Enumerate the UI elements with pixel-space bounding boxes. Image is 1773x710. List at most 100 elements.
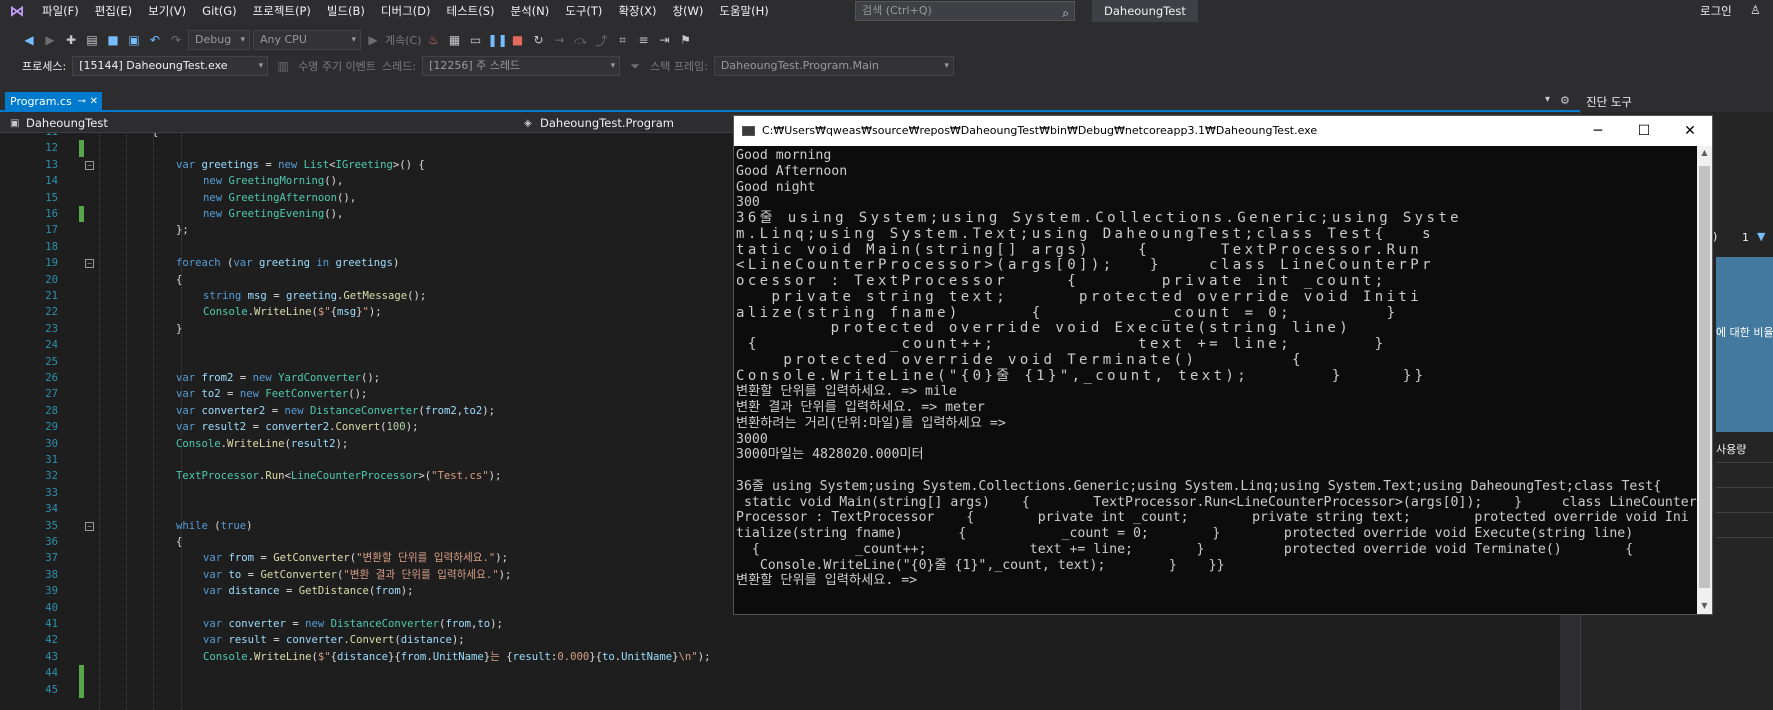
menu-item[interactable]: 도구(T) [557,0,610,22]
code-text: TextProcessor.Run<LineCounterProcessor>(… [176,470,502,483]
console-output[interactable]: Good morning Good Afternoon Good night 300 3… [734,146,1697,614]
collapse-icon[interactable]: − [85,160,94,170]
thread-dropdown[interactable]: [12256] 주 스레드 [422,56,621,76]
code-text: { [176,273,183,286]
configuration-dropdown[interactable]: Debug [188,30,250,50]
bookmark-icon[interactable]: ⚑ [677,33,695,47]
line-number: 37 [45,552,58,565]
collapse-icon[interactable]: − [85,259,94,269]
console-line: Good night [736,179,816,195]
stop-icon[interactable]: ■ [509,33,527,47]
code-text: new GreetingEvening(), [203,208,344,220]
line-number: 44 [45,667,58,680]
menu-item[interactable]: 분석(N) [503,0,558,22]
menu-item[interactable]: 프로젝트(P) [245,0,319,22]
line-number: 35 [45,519,58,532]
save-all-icon[interactable]: ▣ [125,33,143,47]
line-number: 30 [45,437,58,450]
console-line: m.Linq;using System.Text;using DaheoungT… [736,225,1434,242]
close-icon[interactable]: ) [1713,230,1717,243]
tab-program-cs[interactable]: Program.cs ⊸ ✕ [5,92,102,112]
platform-dropdown[interactable]: Any CPU [253,30,361,50]
open-file-icon[interactable]: ▤ [83,33,101,47]
console-scrollbar[interactable]: ▲ ▼ [1697,146,1712,614]
login-link[interactable]: 로그인 [1700,0,1732,22]
line-number: 41 [45,618,58,630]
code-text: var to2 = new FeetConverter(); [176,388,368,401]
console-line: Good Afternoon [736,163,848,179]
forward-icon[interactable]: ▶ [41,33,59,47]
chevron-down-icon[interactable]: ▼ [1757,230,1765,243]
console-window[interactable]: C:₩Users₩qweas₩source₩repos₩DaheoungTest… [733,115,1713,615]
undo-icon[interactable]: ↶ [146,33,164,47]
menu-item[interactable]: 도움말(H) [711,0,776,22]
continue-icon[interactable]: ▶ [364,33,382,47]
redo-icon[interactable]: ↷ [167,33,185,47]
console-line: tatic void Main(string[] args) { TextPro… [736,241,1423,258]
back-icon[interactable]: ◀ [20,33,38,47]
menu-item[interactable]: 테스트(S) [439,0,503,22]
menu-item[interactable]: 보기(V) [140,0,194,22]
pin-icon[interactable]: ⊸ [78,92,86,112]
menu-item[interactable]: 창(W) [664,0,711,22]
process-dropdown[interactable]: [15144] DaheoungTest.exe [72,56,269,76]
thread-icon[interactable]: ≡ [635,33,653,47]
console-line: 300 [736,195,760,211]
step-out-icon[interactable]: ⤴ [593,32,611,49]
save-icon[interactable]: ■ [104,33,122,47]
lifecycle-events-dropdown[interactable]: 수명 주기 이벤트 [298,58,376,74]
menu-item[interactable]: 파일(F) [34,0,87,22]
dropdown-icon[interactable]: ▾ [1545,94,1550,105]
project-dropdown[interactable]: ▣ DaheoungTest [6,115,516,132]
scrollbar-thumb[interactable] [1699,166,1710,588]
line-number: 21 [45,290,58,302]
close-icon[interactable]: ✕ [90,92,98,112]
step-into-icon[interactable]: → [551,33,569,47]
process-label: 프로세스: [22,60,67,73]
search-placeholder: 검색 (Ctrl+Q) [862,4,932,17]
filter-icon[interactable]: ⏷ [626,59,644,74]
close-button[interactable]: ✕ [1668,116,1712,146]
menu-item[interactable]: 편집(E) [87,0,140,22]
diagnostic-tools-title: 진단 도구 [1580,92,1773,112]
line-number: 27 [45,388,58,401]
search-input[interactable]: 검색 (Ctrl+Q) ⌕ [855,1,1075,21]
code-line: 42 var result = converter.Convert(distanc… [0,632,1560,648]
line-number: 40 [45,601,58,614]
new-project-icon[interactable]: ✚ [62,33,80,47]
scroll-down-icon[interactable]: ▼ [1697,601,1712,610]
user-icon[interactable]: ♙ [1750,3,1761,17]
comment-icon[interactable]: ⇥ [656,33,674,47]
maximize-button[interactable]: ☐ [1622,116,1666,146]
document-tab-well: Program.cs ⊸ ✕ [0,92,1773,112]
code-text: { [152,133,158,140]
screen-icon[interactable]: ▭ [467,33,485,47]
hot-reload-icon[interactable]: ♨ [425,33,443,47]
restart-icon[interactable]: ↻ [530,33,548,47]
visual-studio-logo-icon[interactable]: ⋈ [0,0,34,22]
console-line: 36줄 using System;using System.Collection… [736,210,1463,226]
collapse-icon[interactable]: − [85,521,94,531]
pause-icon[interactable]: ❚❚ [488,33,508,47]
continue-button[interactable]: 계속(C) [385,32,422,48]
stack-frame-dropdown[interactable]: DaheoungTest.Program.Main [713,56,954,76]
hex-icon[interactable]: ⌗ [614,33,632,48]
type-dropdown[interactable]: ◈ DaheoungTest.Program [520,115,740,132]
class-icon: ◈ [524,118,532,129]
code-text: Console.WriteLine($"{msg}"); [203,306,382,319]
search-icon[interactable]: ⌕ [1062,4,1069,22]
line-number: 15 [45,191,58,204]
minimize-button[interactable]: ─ [1576,116,1620,146]
event-count: 1 [1742,231,1749,244]
console-titlebar[interactable]: C:₩Users₩qweas₩source₩repos₩DaheoungTest… [734,116,1712,146]
tab-label: Program.cs [10,95,72,108]
gear-icon[interactable]: ⚙ [1560,94,1570,107]
browse-icon[interactable]: ▦ [446,33,464,47]
console-title: C:₩Users₩qweas₩source₩repos₩DaheoungTest… [762,124,1318,137]
scroll-up-icon[interactable]: ▲ [1697,148,1712,157]
menu-item[interactable]: 빌드(B) [319,0,373,22]
step-over-icon[interactable]: ⤼ [572,33,590,48]
menu-item[interactable]: 디버그(D) [373,0,439,22]
menu-item[interactable]: Git(G) [194,0,245,22]
menu-item[interactable]: 확장(X) [610,0,664,22]
